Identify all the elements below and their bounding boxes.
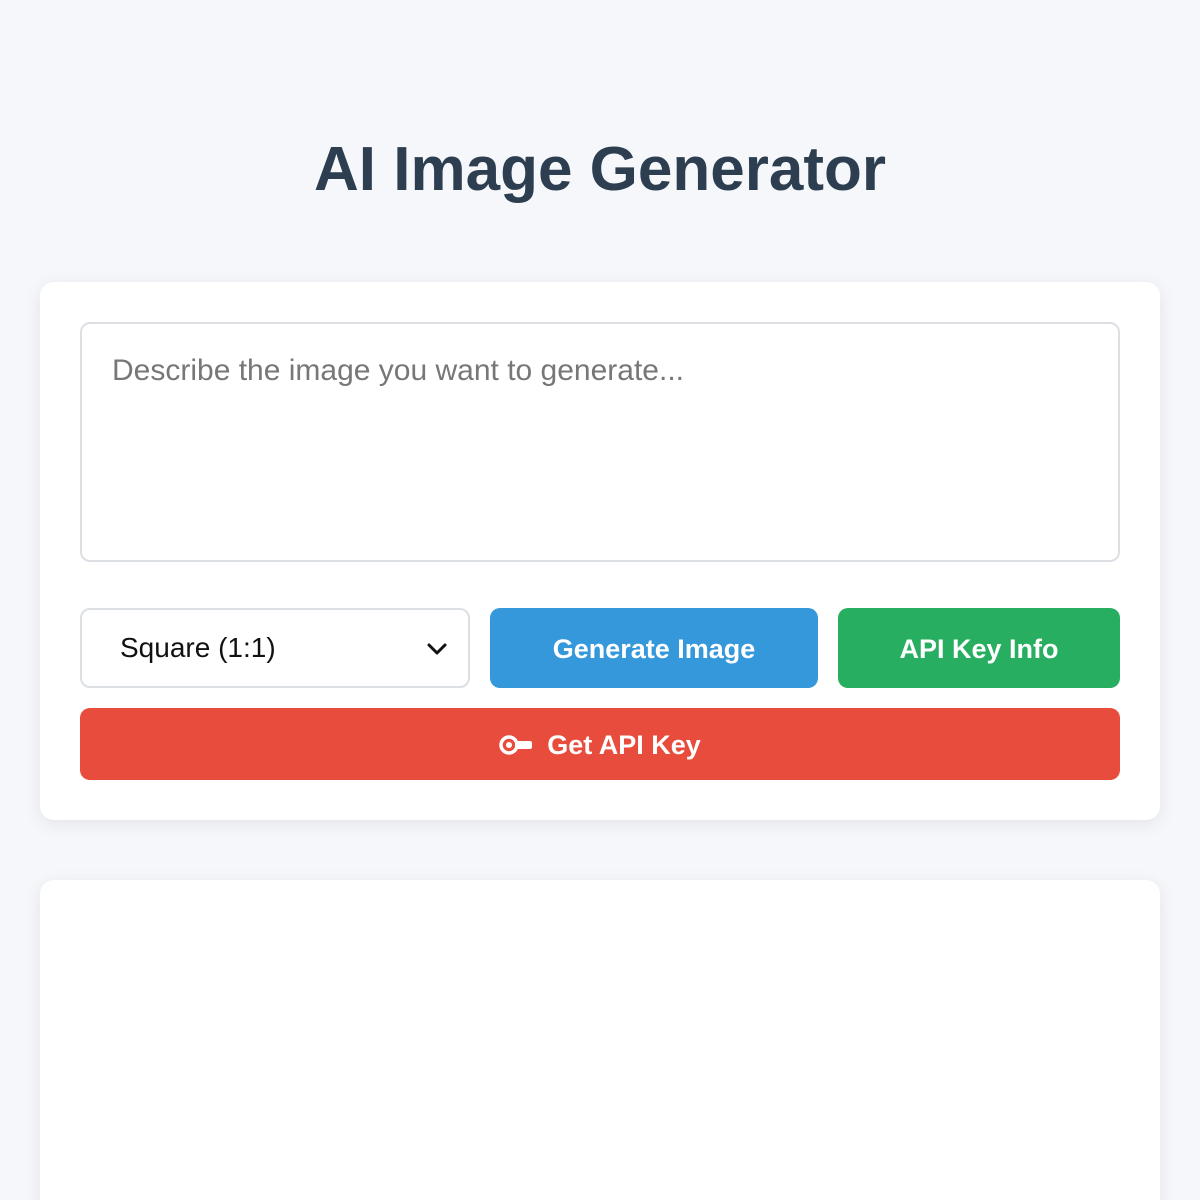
chevron-down-icon (427, 643, 447, 655)
key-icon (499, 735, 533, 755)
api-key-info-label: API Key Info (899, 634, 1059, 664)
api-key-info-button[interactable]: API Key Info (838, 608, 1120, 688)
page: AI Image Generator Square (1:1) Generate… (0, 0, 1200, 1200)
page-title: AI Image Generator (314, 135, 886, 204)
generator-form-card: Square (1:1) Generate Image API Key Info… (40, 282, 1160, 820)
aspect-ratio-value: Square (1:1) (120, 632, 276, 663)
generate-image-label: Generate Image (552, 634, 756, 664)
get-api-key-button[interactable]: Get API Key (80, 708, 1120, 780)
prompt-textarea[interactable] (80, 322, 1120, 562)
get-api-key-label: Get API Key (547, 730, 701, 760)
generate-image-button[interactable]: Generate Image (490, 608, 818, 688)
aspect-ratio-select[interactable]: Square (1:1) (80, 608, 470, 688)
result-card (40, 880, 1160, 1200)
